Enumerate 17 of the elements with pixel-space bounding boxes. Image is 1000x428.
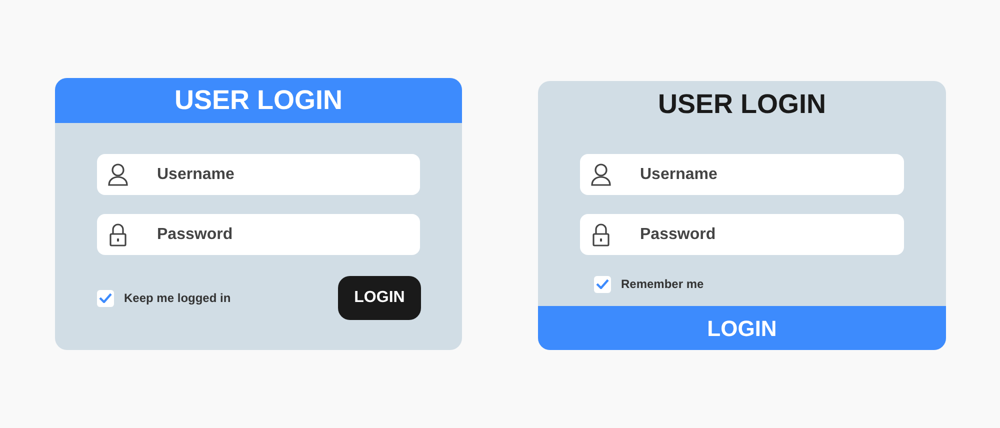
form-title: USER LOGIN — [656, 88, 827, 121]
check-icon — [99, 293, 112, 303]
checkbox-label: Keep me logged in — [124, 290, 231, 307]
password-field[interactable]: Password — [580, 214, 904, 255]
check-icon — [596, 279, 609, 289]
lock-icon — [592, 222, 610, 246]
username-field[interactable]: Username — [97, 154, 420, 195]
checkbox[interactable] — [594, 276, 611, 292]
login-button[interactable]: LOGIN — [338, 276, 421, 320]
user-icon — [590, 162, 612, 186]
username-field[interactable]: Username — [580, 154, 904, 195]
title-banner: USER LOGIN — [55, 78, 462, 123]
checkbox-label: Remember me — [621, 276, 704, 293]
user-icon — [107, 162, 129, 186]
password-field[interactable]: Password — [97, 214, 420, 255]
checkbox[interactable] — [97, 290, 114, 306]
lock-icon — [109, 222, 127, 246]
